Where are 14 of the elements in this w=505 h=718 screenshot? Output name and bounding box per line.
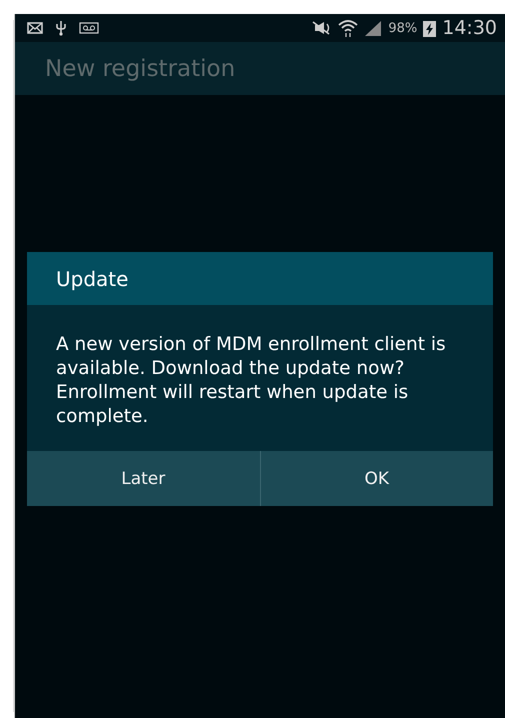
battery-charging-icon: [423, 20, 436, 36]
voicemail-icon: [79, 22, 99, 34]
dialog-title: Update: [56, 266, 128, 290]
wifi-icon: [338, 19, 358, 37]
mute-icon: [310, 20, 332, 36]
dialog-button[interactable]: Later: [27, 451, 260, 506]
battery-percent: 98%: [388, 20, 418, 36]
mail-icon: [27, 22, 43, 34]
signal-icon: [364, 20, 382, 36]
dialog-button[interactable]: OK: [260, 451, 493, 506]
usb-icon: [55, 20, 67, 36]
screen-title: New registration: [45, 56, 236, 82]
clock-time: 14:30: [442, 17, 497, 39]
dialog-message: A new version of MDM enrollment client is available. Download the update now? Enrollment will restart when update is complete.: [55, 333, 447, 429]
